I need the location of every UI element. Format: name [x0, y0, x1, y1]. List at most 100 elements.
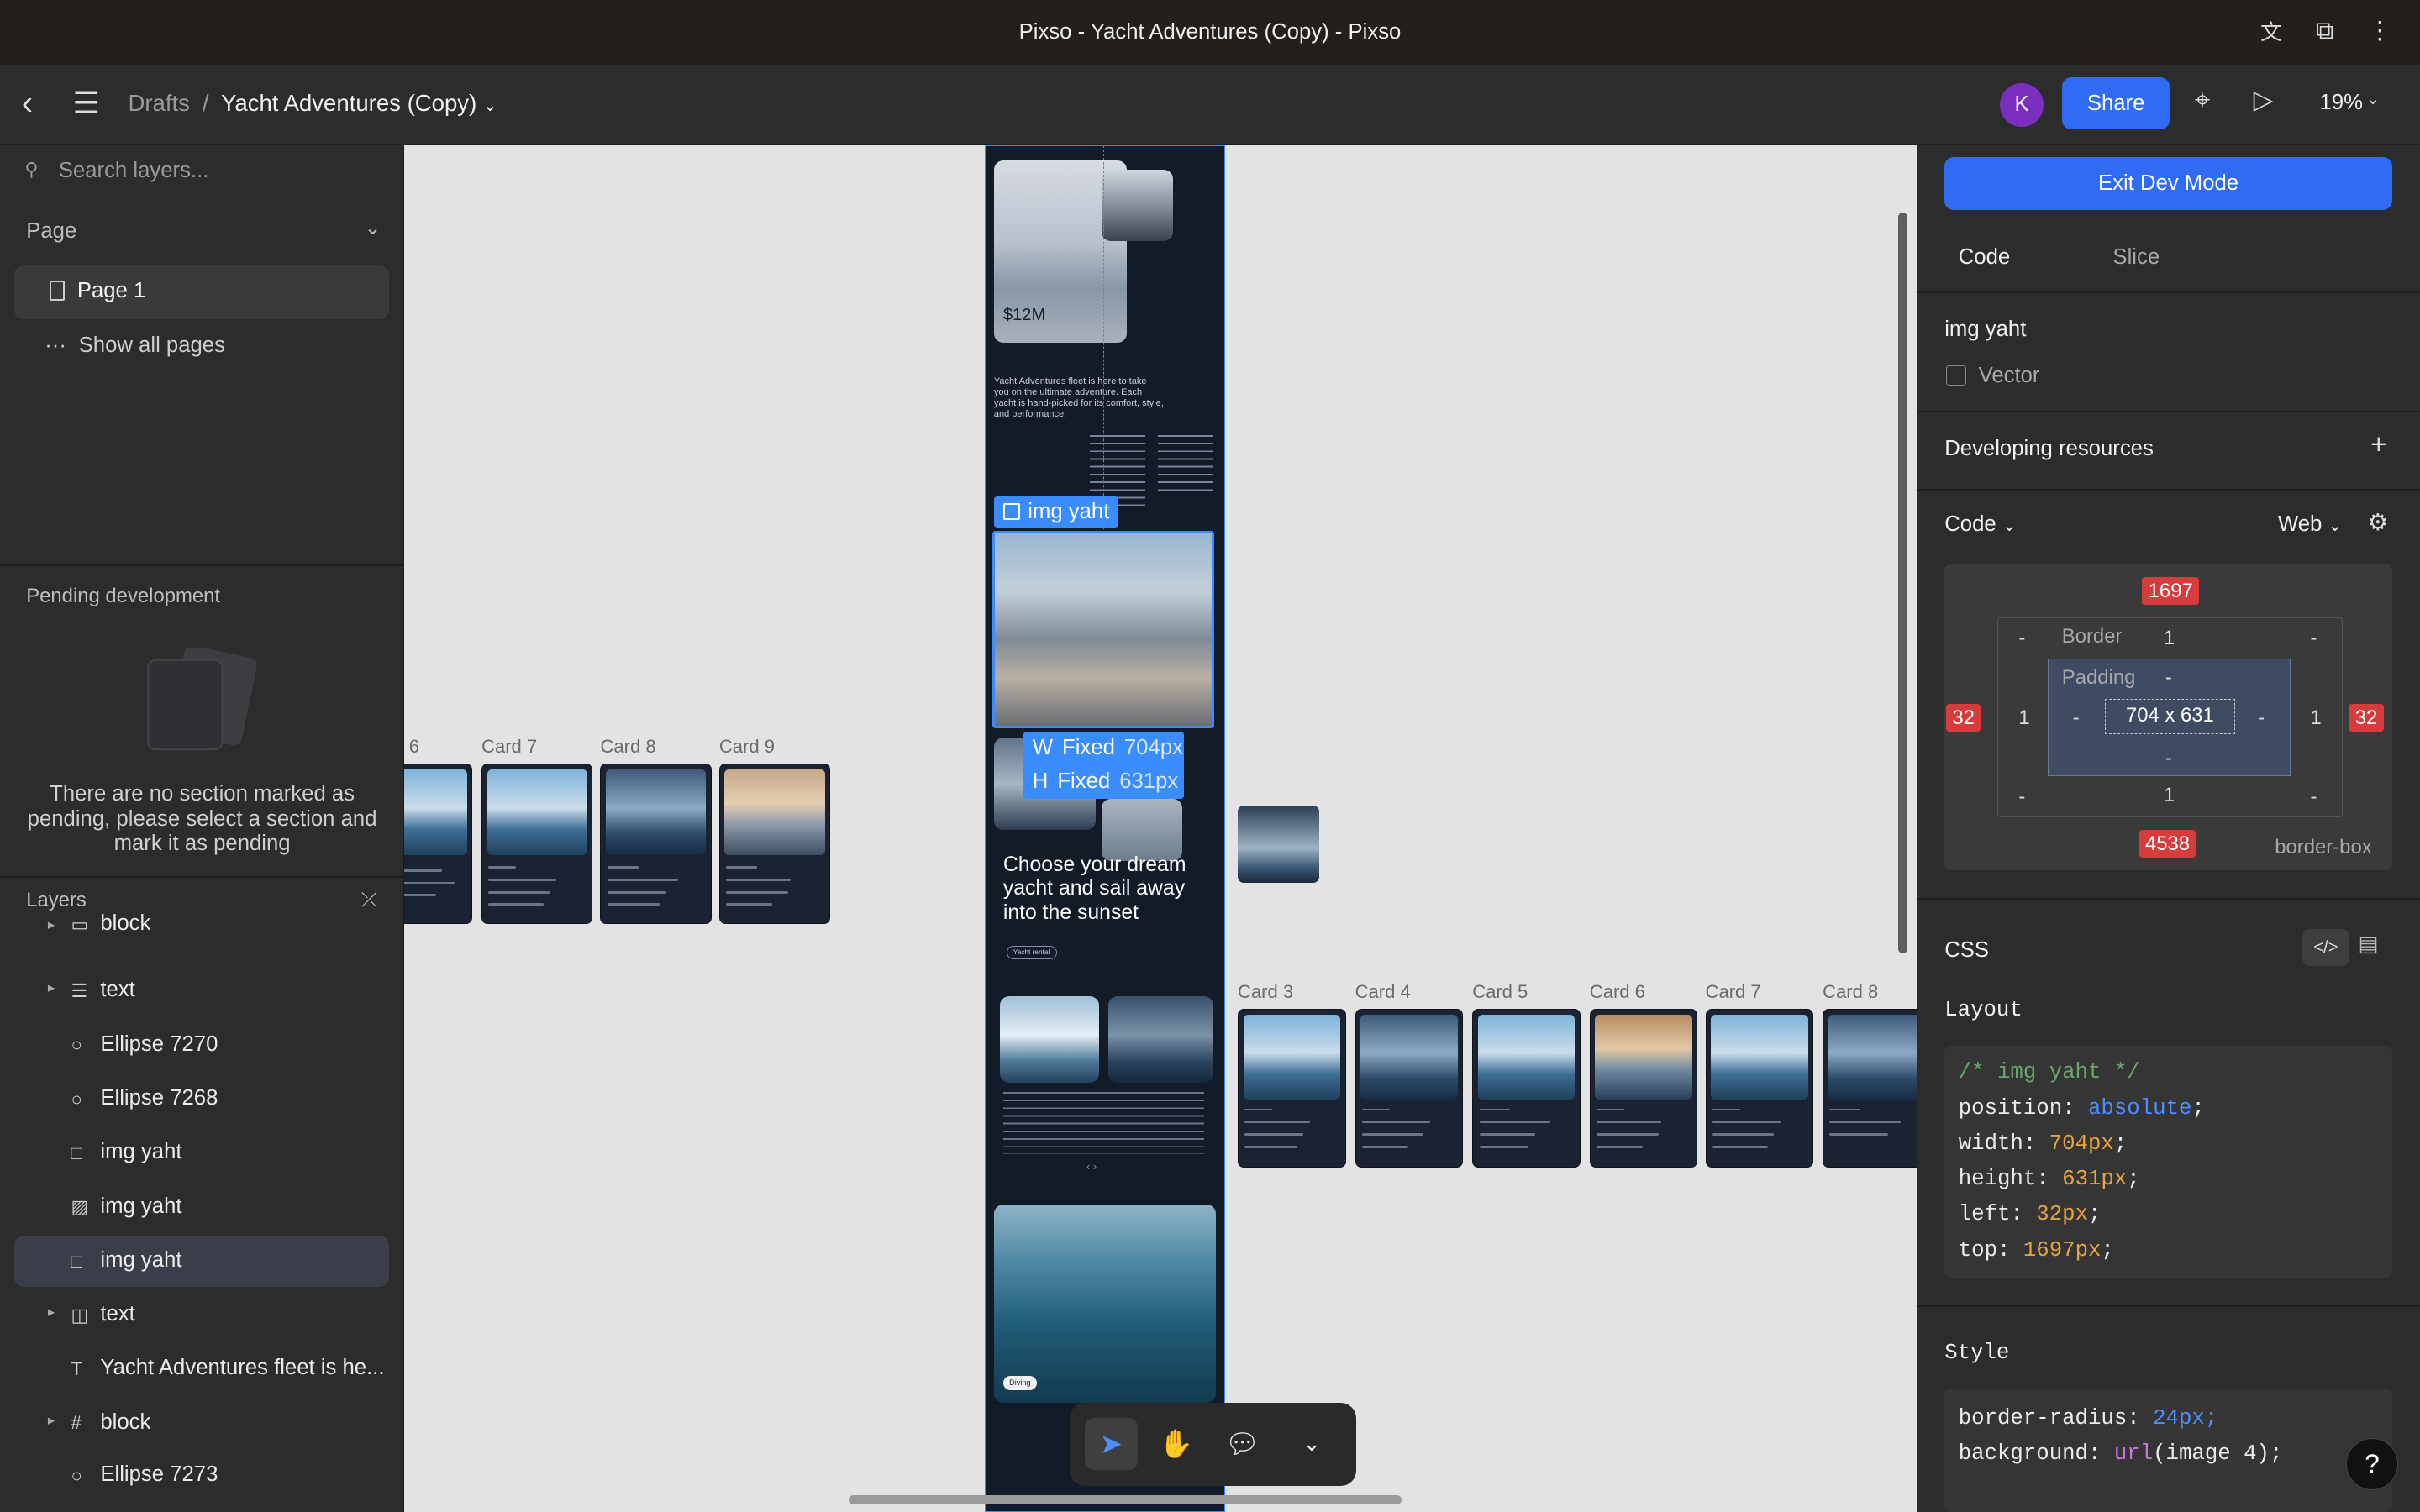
code-key: border-radius:: [1958, 1405, 2140, 1431]
card-text-line: [1361, 1133, 1424, 1136]
layer-item[interactable]: ○ Ellipse 7273: [14, 1450, 389, 1501]
search-input[interactable]: Search layers...: [59, 159, 209, 182]
card-4[interactable]: [1355, 1009, 1464, 1168]
back-icon[interactable]: ‹: [22, 83, 33, 123]
card-image: [1360, 1014, 1458, 1100]
code-key: top:: [1958, 1237, 2011, 1263]
divider: [1917, 1305, 2420, 1307]
selected-img-yaht[interactable]: [992, 530, 1215, 728]
style-code[interactable]: border-radius: 24px; background: url(ima…: [1944, 1389, 2392, 1512]
layer-item-selected[interactable]: □ img yaht: [13, 1236, 389, 1287]
floating-yacht-image[interactable]: [1238, 805, 1320, 883]
vector-checkbox[interactable]: [1946, 365, 1966, 386]
caret-right-icon[interactable]: ▸: [48, 916, 55, 933]
horizontal-scrollbar[interactable]: [849, 1494, 1402, 1504]
add-resource-icon[interactable]: +: [2370, 429, 2386, 461]
card-6[interactable]: [404, 764, 473, 925]
file-name[interactable]: Yacht Adventures (Copy): [221, 90, 476, 116]
code-key: background:: [1958, 1441, 2102, 1466]
card-text-line: [1479, 1133, 1535, 1136]
code-line: position: absolute;: [1958, 1095, 2205, 1121]
padding-bottom-value: -: [2165, 746, 2172, 769]
captain-photo[interactable]: [1102, 170, 1173, 241]
breadcrumb-drafts[interactable]: Drafts: [128, 90, 189, 116]
rectangle-icon: [1002, 502, 1021, 520]
caret-right-icon[interactable]: ▸: [48, 1412, 55, 1429]
layer-item[interactable]: ▸ ☰ text: [14, 966, 389, 1017]
layer-type: Vector: [1978, 364, 2040, 388]
design-canvas[interactable]: 6 Card 7 Card 8 Card 9 Card 3 Card 4 Car…: [404, 144, 1918, 1512]
card-7[interactable]: [481, 764, 593, 925]
caret-right-icon[interactable]: ▸: [48, 979, 55, 996]
tab-code[interactable]: Code: [1959, 245, 2010, 270]
divider: [1917, 410, 2420, 412]
card-8[interactable]: [1823, 1009, 1918, 1168]
zoom-level[interactable]: 19%: [2320, 91, 2363, 115]
carousel-arrows[interactable]: ‹ ›: [1086, 1160, 1097, 1173]
diving-image[interactable]: [993, 1205, 1217, 1403]
more-tools-chevron-icon[interactable]: ⌄: [1286, 1418, 1338, 1470]
comment-tool-icon[interactable]: 💬︎: [1216, 1418, 1268, 1470]
layer-label: Ellipse 7270: [100, 1032, 218, 1056]
dev-mode-icon[interactable]: ⌖: [2195, 85, 2211, 117]
translate-icon[interactable]: 文: [2260, 15, 2282, 46]
card-3[interactable]: [1238, 1009, 1346, 1168]
stack-icon: ☰: [71, 980, 88, 1002]
extension-icon[interactable]: ⧉: [2316, 17, 2333, 45]
hand-tool-icon[interactable]: ✋: [1150, 1418, 1202, 1470]
more-vertical-icon[interactable]: ⋮: [2368, 16, 2392, 45]
dim-h-value: 631px: [1119, 769, 1179, 794]
layer-item[interactable]: ▸ # block: [14, 1398, 389, 1449]
layer-item[interactable]: ○ Ellipse 7270: [14, 1020, 389, 1071]
collapse-chevron-icon[interactable]: ⌄: [364, 216, 381, 240]
padding-label: Padding: [2061, 666, 2136, 690]
margin-top: 1697: [2142, 576, 2200, 605]
card-6[interactable]: [1589, 1009, 1698, 1168]
card-7[interactable]: [1705, 1009, 1814, 1168]
layer-item[interactable]: ▸ ▭ block: [14, 911, 389, 945]
move-tool-icon[interactable]: ➤: [1085, 1417, 1138, 1471]
yacht-thumb-right[interactable]: [1102, 799, 1182, 861]
listing-image-1[interactable]: [1000, 996, 1099, 1084]
exit-dev-mode-button[interactable]: Exit Dev Mode: [1944, 157, 2392, 210]
chevron-down-icon[interactable]: ⌄: [483, 97, 497, 115]
card-text-line: [1244, 1133, 1304, 1136]
layout-code[interactable]: /* img yaht */ position: absolute; width…: [1944, 1046, 2392, 1278]
list-view-icon[interactable]: ▤: [2358, 932, 2378, 957]
layer-item[interactable]: T Yacht Adventures fleet is he...: [14, 1344, 389, 1395]
menu-icon[interactable]: ☰: [72, 85, 100, 121]
card-5[interactable]: [1472, 1009, 1581, 1168]
corner-dash: -: [2310, 785, 2317, 808]
layer-item[interactable]: ▸ ◫ text: [14, 1289, 389, 1341]
zoom-chevron-icon[interactable]: ⌄: [2366, 88, 2381, 109]
platform-dropdown[interactable]: Web ⌄: [2278, 512, 2342, 537]
card-9[interactable]: [718, 764, 831, 925]
avatar[interactable]: K: [2000, 83, 2044, 127]
layer-label: Ellipse 7268: [100, 1086, 218, 1110]
search-layers[interactable]: ⚲ Search layers...: [0, 145, 405, 198]
code-dropdown[interactable]: Code ⌄: [1944, 512, 2017, 537]
yacht-rental-pill[interactable]: Yacht rental: [1006, 945, 1057, 960]
page-item-page-1[interactable]: Page 1: [13, 265, 389, 320]
share-button[interactable]: Share: [2061, 76, 2170, 130]
play-icon[interactable]: ▷: [2254, 85, 2274, 115]
vertical-scrollbar[interactable]: [1898, 213, 1908, 954]
layer-item[interactable]: ○ Ellipse 7268: [14, 1074, 389, 1125]
layer-item[interactable]: □ img yaht: [14, 1128, 389, 1179]
caret-right-icon[interactable]: ▸: [48, 1304, 55, 1320]
card-image: [404, 769, 467, 855]
code-view-icon[interactable]: </>: [2302, 928, 2349, 966]
card-text-line: [404, 894, 436, 897]
layer-item[interactable]: ▨ img yaht: [14, 1182, 389, 1233]
card-8[interactable]: [600, 764, 712, 925]
listing-image-2[interactable]: [1107, 996, 1213, 1084]
code-line: height: 631px;: [1958, 1167, 2140, 1192]
page-frame[interactable]: $12M Yacht Adventures fleet is here to t…: [984, 144, 1226, 1512]
tab-slice[interactable]: Slice: [2112, 245, 2160, 270]
help-button[interactable]: ?: [2345, 1437, 2399, 1491]
diving-pill[interactable]: Diving: [1002, 1376, 1038, 1390]
collapse-all-icon[interactable]: ⤫: [361, 889, 377, 912]
settings-sliders-icon[interactable]: ⚙: [2367, 509, 2388, 536]
show-all-pages[interactable]: ··· Show all pages: [45, 333, 225, 358]
style-title: Style: [1944, 1341, 2010, 1366]
